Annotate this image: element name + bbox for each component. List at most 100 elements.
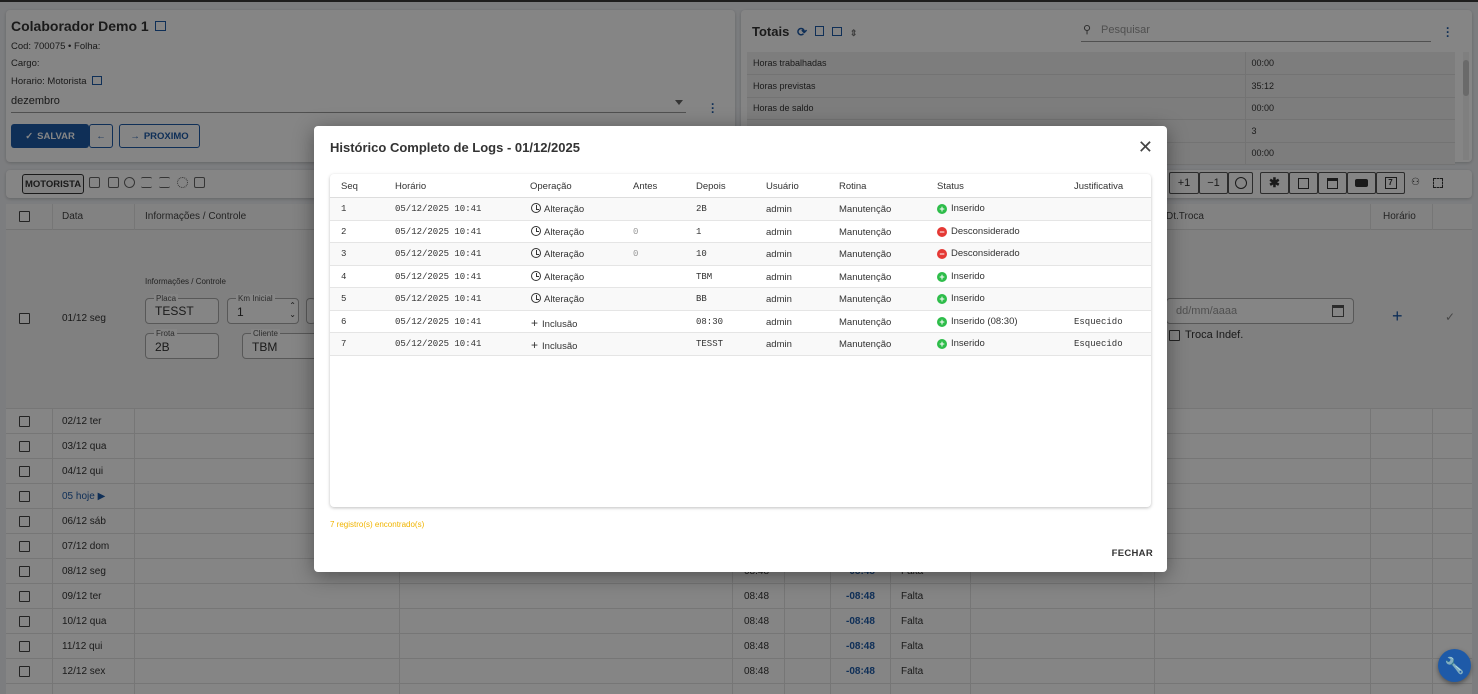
log-depois: 10 [696,249,707,259]
log-status-text: Inserido [951,203,985,214]
records-found-text: 7 registro(s) encontrado(s) [330,520,425,529]
log-depois: 2B [696,204,707,214]
log-row[interactable]: 6 05/12/2025 10:41 + Inclusão 08:30 admin Manu… [330,311,1151,333]
col-rotina: Rotina [839,181,867,192]
log-operacao-text: Inclusão [542,318,578,330]
log-status-text: Inserido [951,293,985,304]
log-operacao: Alteração [531,203,584,215]
log-horario: 05/12/2025 10:41 [395,249,482,259]
log-row[interactable]: 1 05/12/2025 10:41 Alteração 2B admin Manuten… [330,198,1151,221]
log-antes: 0 [633,249,639,259]
check-circle-icon: + [937,316,947,327]
log-status-text: Inserido [951,338,985,349]
log-seq: 5 [341,294,347,304]
log-rotina: Manutenção [839,316,892,328]
log-status-text: Desconsiderado [951,248,1020,259]
log-justificativa: Esquecido [1074,316,1123,327]
log-operacao-text: Inclusão [542,341,578,352]
col-usuario: Usuário [766,181,799,192]
plus-icon: + [531,338,539,352]
log-status: + Inserido [937,293,985,304]
log-status: + Inserido (08:30) [937,316,1018,327]
remove-circle-icon: − [937,226,947,237]
log-operacao-text: Alteração [544,249,585,260]
log-depois: TESST [696,339,724,349]
log-rotina: Manutenção [839,271,892,283]
log-horario: 05/12/2025 10:41 [395,339,482,349]
clock-icon [531,248,541,258]
col-status: Status [937,181,964,192]
col-antes: Antes [633,181,658,192]
logs-table-header: Seq Horário Operação Antes Depois Usuári… [330,174,1151,198]
log-horario: 05/12/2025 10:41 [395,204,482,214]
log-operacao-text: Alteração [544,271,585,283]
log-operacao: + Inclusão [531,338,577,352]
log-status: − Desconsiderado [937,226,1020,237]
plus-icon: + [531,315,539,330]
log-seq: 7 [341,339,347,349]
log-depois: BB [696,294,707,304]
log-status-text: Inserido [951,270,985,282]
log-rotina: Manutenção [839,204,892,215]
close-button[interactable]: FECHAR [1112,548,1153,559]
clock-icon [531,293,541,303]
log-operacao: Alteração [531,225,585,238]
log-operacao: + Inclusão [531,316,577,330]
log-operacao-text: Alteração [544,294,585,305]
log-usuario: admin [766,204,792,215]
col-horario: Horário [395,181,427,192]
logs-table: Seq Horário Operação Antes Depois Usuári… [330,174,1151,507]
log-row[interactable]: 7 05/12/2025 10:41 + Inclusão TESST admin Manu… [330,333,1151,356]
logs-dialog: Histórico Completo de Logs - 01/12/2025 … [314,126,1167,572]
log-operacao: Alteração [531,248,584,260]
log-horario: 05/12/2025 10:41 [395,271,482,282]
log-rotina: Manutenção [839,339,892,350]
log-status: + Inserido [937,203,985,214]
close-icon[interactable]: ✕ [1138,138,1153,156]
log-horario: 05/12/2025 10:41 [395,316,482,327]
log-seq: 4 [341,271,347,282]
log-operacao-text: Alteração [544,226,585,238]
log-operacao: Alteração [531,270,585,283]
log-usuario: admin [766,249,792,260]
log-seq: 1 [341,204,347,214]
log-usuario: admin [766,226,792,238]
log-status-text: Inserido (08:30) [951,315,1018,327]
log-row[interactable]: 5 05/12/2025 10:41 Alteração BB admin Manuten… [330,288,1151,311]
log-antes: 0 [633,226,639,237]
col-justificativa: Justificativa [1074,181,1124,192]
log-seq: 3 [341,249,347,259]
log-operacao: Alteração [531,293,584,305]
check-circle-icon: + [937,294,947,304]
tools-fab[interactable]: 🔧 [1438,649,1471,682]
dialog-title: Histórico Completo de Logs - 01/12/2025 [330,140,580,155]
check-circle-icon: + [937,204,947,214]
log-status: + Inserido [937,338,985,349]
log-usuario: admin [766,294,792,305]
check-circle-icon: + [937,339,947,349]
log-operacao-text: Alteração [544,204,585,215]
clock-icon [531,225,541,236]
log-horario: 05/12/2025 10:41 [395,294,482,304]
col-operacao: Operação [530,181,572,192]
wrench-icon: 🔧 [1444,657,1465,675]
clock-icon [531,203,541,213]
log-rotina: Manutenção [839,294,892,305]
log-row[interactable]: 4 05/12/2025 10:41 Alteração TBM admin Manute… [330,266,1151,288]
log-horario: 05/12/2025 10:41 [395,226,482,237]
log-usuario: admin [766,271,792,283]
log-depois: TBM [696,271,713,282]
log-status-text: Desconsiderado [951,225,1020,237]
remove-circle-icon: − [937,249,947,259]
log-seq: 6 [341,316,347,327]
log-row[interactable]: 2 05/12/2025 10:41 Alteração 0 1 admin Manuten… [330,221,1151,243]
log-seq: 2 [341,226,347,237]
check-circle-icon: + [937,271,947,282]
log-rotina: Manutenção [839,226,892,238]
log-row[interactable]: 3 05/12/2025 10:41 Alteração 0 10 admin Manute… [330,243,1151,266]
log-depois: 08:30 [696,316,724,327]
log-justificativa: Esquecido [1074,339,1123,349]
log-status: + Inserido [937,271,985,282]
log-usuario: admin [766,316,792,328]
log-usuario: admin [766,339,792,350]
